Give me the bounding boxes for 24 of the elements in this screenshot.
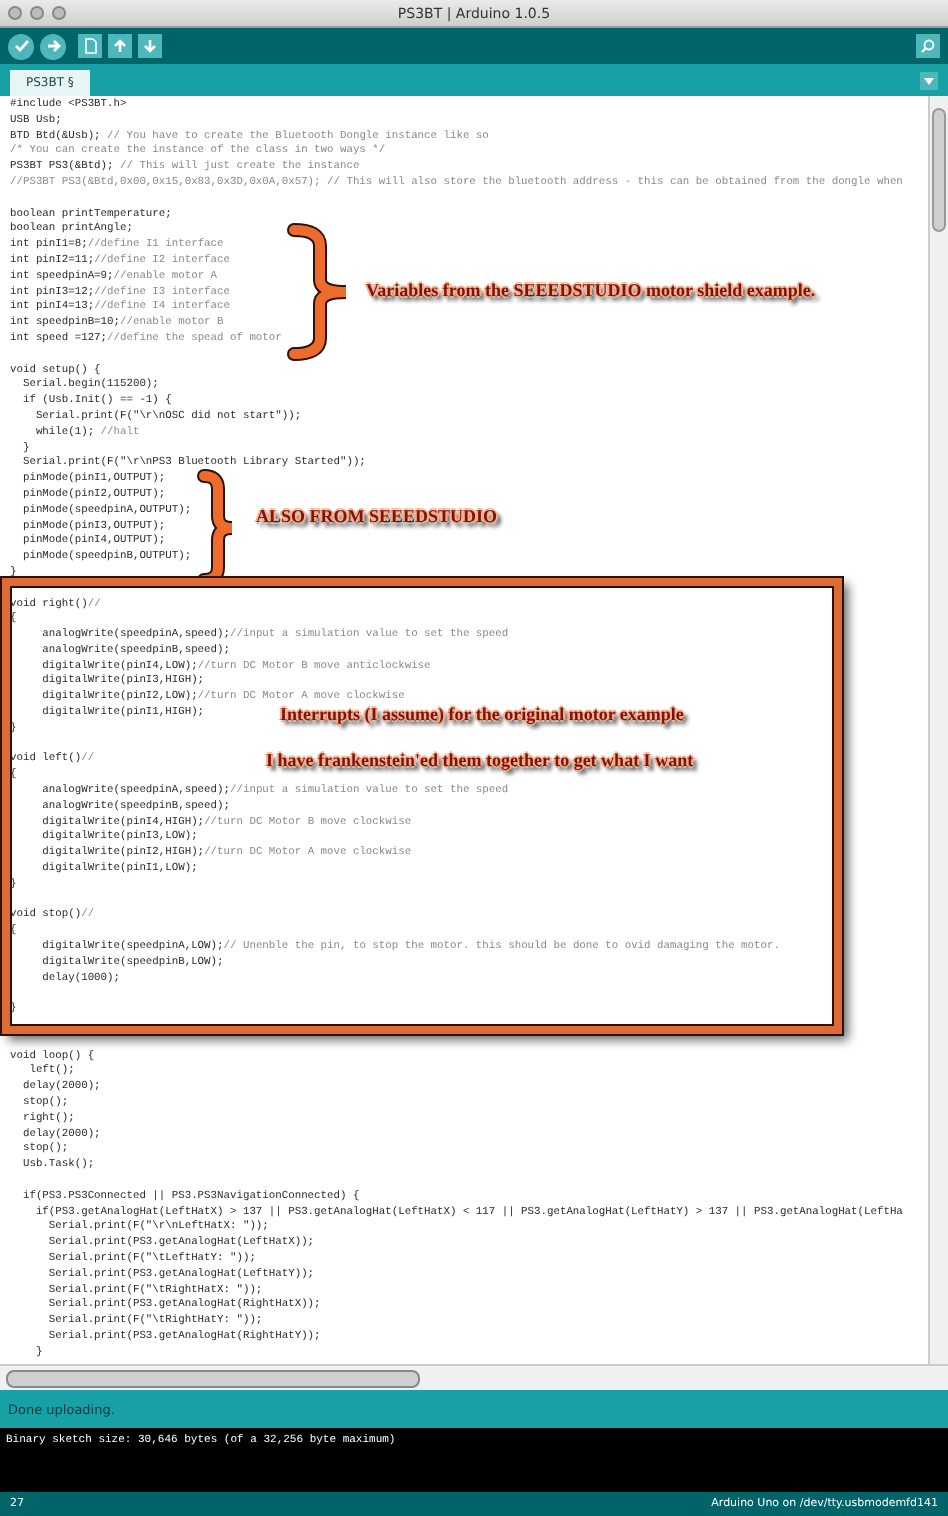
- save-button[interactable]: [138, 34, 162, 58]
- annotation-text: Interrupts (I assume) for the original motor example: [280, 704, 684, 724]
- caret-icon: [924, 77, 934, 85]
- vertical-scrollbar[interactable]: [928, 96, 948, 1364]
- check-icon: [13, 38, 29, 54]
- zoom-button[interactable]: [52, 6, 66, 20]
- close-button[interactable]: [8, 6, 22, 20]
- right-arrow-icon: [45, 38, 61, 54]
- up-arrow-icon: [112, 38, 128, 54]
- tab-menu-button[interactable]: [920, 72, 938, 90]
- search-icon: [920, 38, 936, 54]
- horizontal-scrollbar[interactable]: [0, 1364, 948, 1390]
- open-button[interactable]: [108, 34, 132, 58]
- annotation-text: I have frankenstein'ed them together to get what I want: [266, 750, 694, 770]
- document-icon: [83, 38, 97, 54]
- new-file-button[interactable]: [78, 34, 102, 58]
- verify-button[interactable]: [8, 33, 34, 59]
- down-arrow-icon: [142, 38, 158, 54]
- annotation-text: Variables from the SEEEDSTUDIO motor shield example.: [366, 280, 816, 300]
- minimize-button[interactable]: [30, 6, 44, 20]
- curly-brace-mark: [290, 226, 350, 358]
- serial-monitor-button[interactable]: [916, 34, 940, 58]
- upload-button[interactable]: [40, 33, 66, 59]
- annotation-text: ALSO FROM SEEEDSTUDIO: [256, 506, 498, 526]
